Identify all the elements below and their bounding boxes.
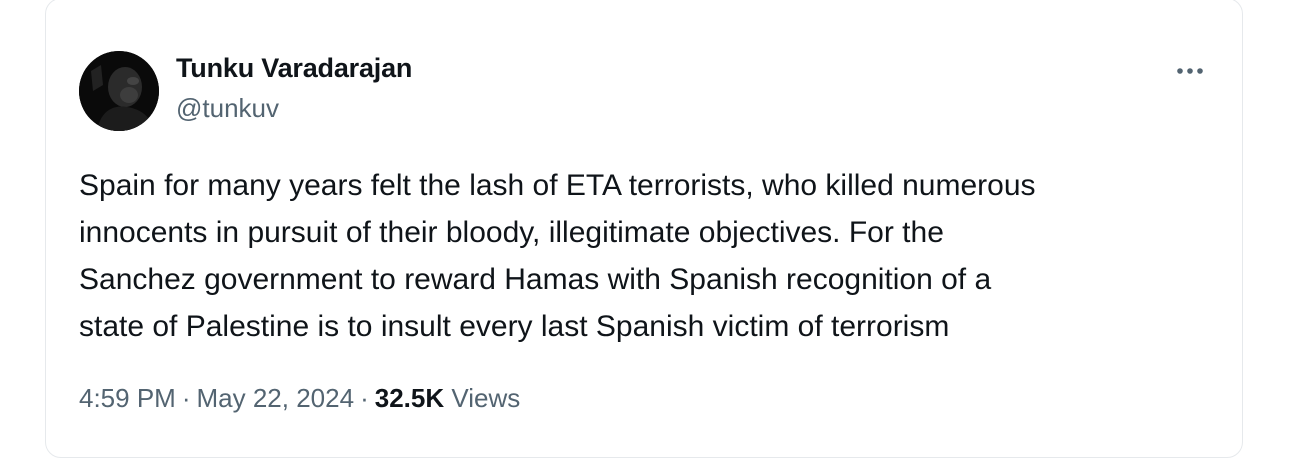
tweet-time-link[interactable]: 4:59 PM · May 22, 2024 <box>79 383 354 413</box>
profile-photo-icon <box>79 51 159 131</box>
views-count: 32.5K <box>374 383 445 413</box>
more-options-button[interactable] <box>1168 54 1212 88</box>
author-handle[interactable]: @tunkuv <box>176 93 279 124</box>
views-label: Views <box>451 383 521 413</box>
meta-separator: · <box>181 383 191 413</box>
meta-separator: · <box>360 383 369 413</box>
author-avatar[interactable] <box>79 51 159 131</box>
ellipsis-icon <box>1177 68 1203 74</box>
tweet-meta: 4:59 PM · May 22, 2024 · 32.5K Views <box>79 383 520 414</box>
tweet-text: Spain for many years felt the lash of ET… <box>79 169 1036 343</box>
author-display-name[interactable]: Tunku Varadarajan <box>176 53 412 84</box>
tweet-date: May 22, 2024 <box>196 383 355 413</box>
tweet-time: 4:59 PM <box>79 383 176 413</box>
